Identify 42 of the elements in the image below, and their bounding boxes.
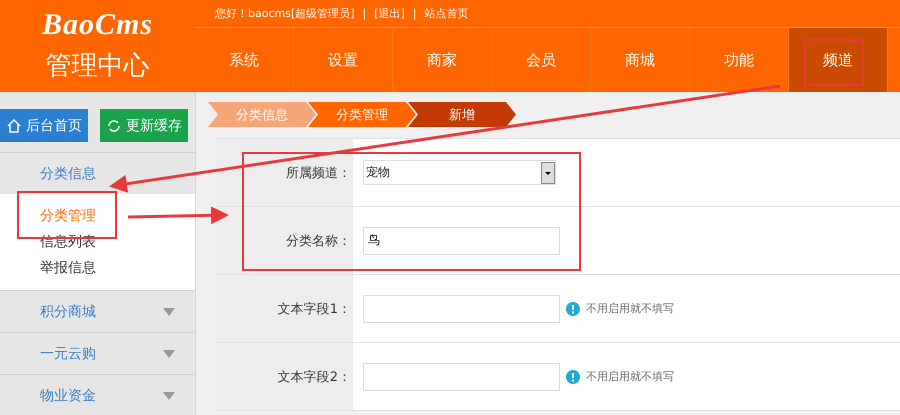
channel-select[interactable]: 宠物 (363, 160, 556, 185)
house-icon (6, 118, 22, 134)
sidebar-item[interactable]: 分类管理 (40, 206, 195, 226)
nav-tab[interactable]: 会员 (492, 28, 591, 92)
sidebar-group[interactable]: 积分商城 (0, 290, 195, 332)
dropdown-icon (541, 162, 555, 184)
home-button[interactable]: 后台首页 (0, 109, 88, 142)
sidebar-group[interactable]: 一元云购 (0, 332, 195, 374)
caret-icon (163, 350, 175, 358)
text-field[interactable] (363, 362, 560, 390)
separator-text: | (362, 7, 366, 20)
refresh-cache-button[interactable]: 更新缓存 (100, 109, 188, 142)
nav-tab[interactable]: 频道 (789, 28, 888, 92)
field-label: 文本字段2： (216, 343, 353, 410)
sidebar-group[interactable]: 物业资金 (0, 374, 195, 415)
brand-logo: BaoCms (42, 8, 154, 42)
site-home-link[interactable]: 站点首页 (424, 6, 469, 21)
caret-icon (163, 308, 175, 316)
separator-text: | (412, 7, 417, 20)
field-label: 文本字段1： (216, 275, 353, 342)
highlight-box (804, 39, 864, 86)
text-field[interactable]: 鸟 (363, 226, 560, 254)
greeting-text: 您好！baocms[超级管理员] (215, 6, 355, 21)
info-icon (566, 370, 580, 384)
nav-tab[interactable]: 商家 (393, 28, 492, 92)
logo-subtitle: 管理中心 (46, 50, 150, 83)
sidebar-item[interactable]: 举报信息 (40, 258, 195, 278)
breadcrumb-step[interactable]: 分类信息 (208, 102, 316, 127)
field-label: 所属频道： (216, 139, 353, 206)
text-field[interactable] (363, 294, 560, 322)
caret-icon (163, 392, 175, 400)
breadcrumb-step[interactable]: 新增 (408, 102, 516, 127)
logout-link[interactable]: [退出] (374, 6, 405, 21)
info-icon (566, 302, 580, 316)
nav-tab[interactable]: 商城 (591, 28, 690, 92)
hint-text: 不用启用就不填写 (586, 301, 674, 316)
refresh-icon (106, 118, 122, 134)
field-label: 分类名称： (216, 207, 353, 274)
nav-tab[interactable]: 设置 (294, 28, 393, 92)
nav-tab[interactable]: 系统 (195, 28, 294, 92)
breadcrumb-step[interactable]: 分类管理 (308, 102, 416, 127)
hint-text: 不用启用就不填写 (586, 369, 674, 384)
